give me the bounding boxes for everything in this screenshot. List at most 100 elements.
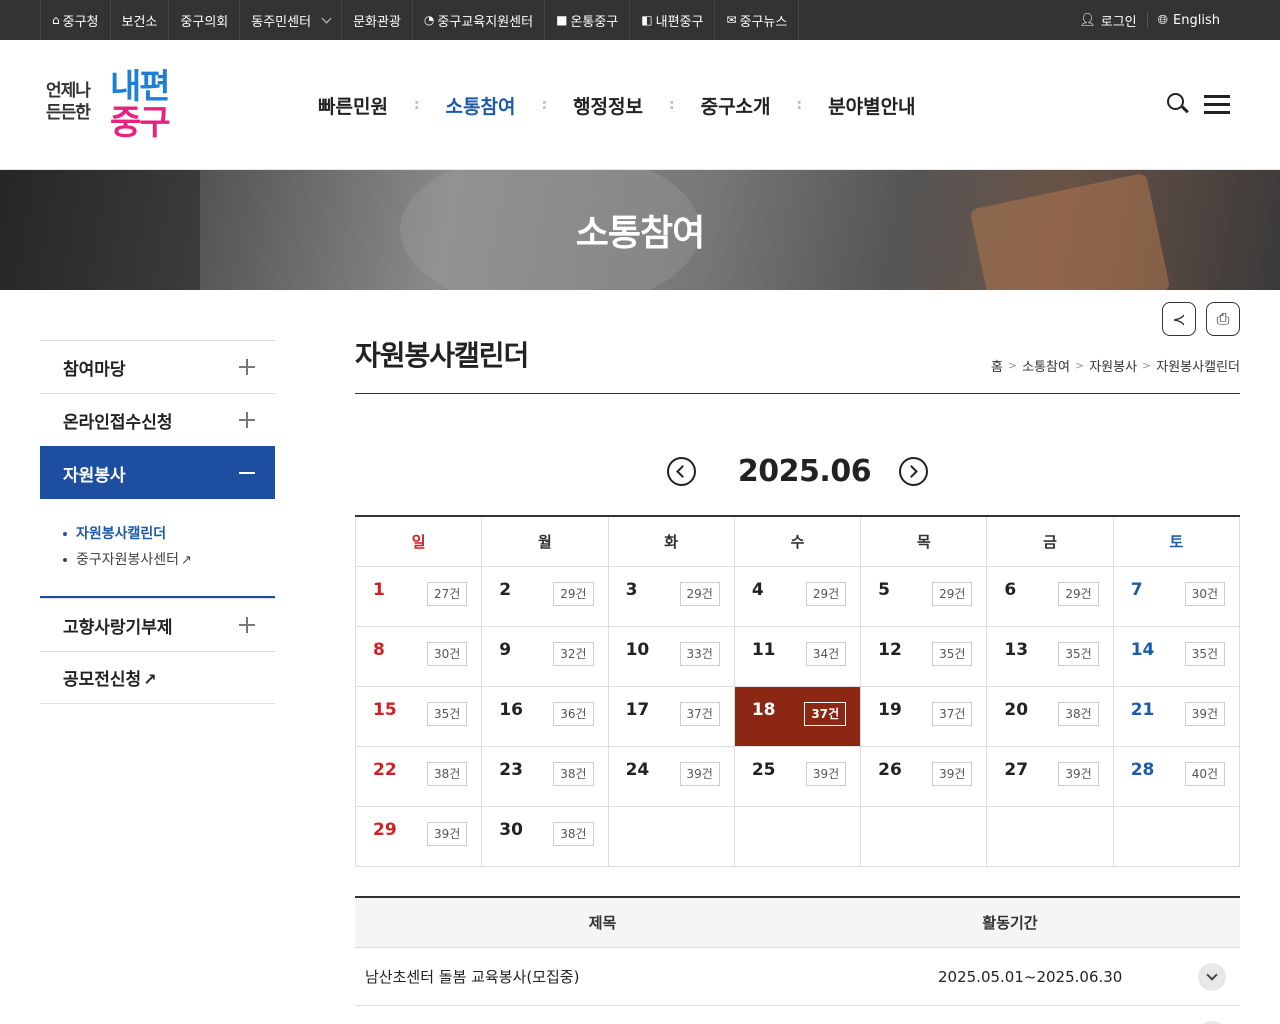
calendar-day[interactable]: 13 35건 xyxy=(986,625,1114,687)
calendar-day[interactable]: 24 39건 xyxy=(607,745,735,807)
event-count-badge[interactable]: 27건 xyxy=(426,581,468,606)
calendar-day[interactable]: 1 27건 xyxy=(354,565,483,627)
calendar-day[interactable]: 6 29건 xyxy=(986,565,1114,627)
event-count-badge[interactable]: 39건 xyxy=(932,761,973,786)
print-icon[interactable]: ⎙ xyxy=(1206,302,1240,336)
event-count-badge[interactable]: 29건 xyxy=(932,581,973,606)
event-count-badge[interactable]: 29건 xyxy=(553,581,594,606)
english-link[interactable]: 🌐︎ English xyxy=(1148,13,1230,28)
top-link[interactable]: ■ 온통중구 xyxy=(544,0,629,40)
site-logo[interactable]: 언제나 든든한 내편 중구 xyxy=(40,68,190,144)
next-month-button[interactable] xyxy=(899,456,929,486)
list-item[interactable]: [비대면 / 온라인 / 오프라인 / 재택] 그림책 번역 봉사 참여자 모집… xyxy=(355,1006,1240,1024)
calendar-day[interactable]: 7 30건 xyxy=(1112,565,1241,627)
event-count-badge[interactable]: 32건 xyxy=(553,641,594,666)
calendar-day[interactable]: 23 38건 xyxy=(481,745,609,807)
event-count-badge[interactable]: 35건 xyxy=(932,641,973,666)
calendar-day[interactable]: 3 29건 xyxy=(607,565,735,627)
event-count-badge[interactable]: 35건 xyxy=(1184,641,1225,666)
top-link[interactable]: 보건소 xyxy=(109,0,169,40)
top-link[interactable]: 문화관광 xyxy=(341,0,412,40)
breadcrumb-item[interactable]: 홈 xyxy=(991,356,1003,375)
top-link[interactable]: ⌂ 중구청 xyxy=(40,0,110,40)
list-item-title[interactable]: 남산초센터 돌봄 교육봉사(모집중) xyxy=(355,966,938,987)
event-count-badge[interactable]: 29건 xyxy=(679,581,720,606)
top-link[interactable]: ✉ 중구뉴스 xyxy=(714,0,800,40)
share-icon[interactable]: ≺ xyxy=(1162,302,1196,336)
sidebar-item-volunteer[interactable]: 자원봉사 xyxy=(40,446,275,499)
event-count-badge[interactable]: 37건 xyxy=(679,701,720,726)
login-link[interactable]: 👤︎ 로그인 xyxy=(1069,11,1146,30)
event-count-badge[interactable]: 36건 xyxy=(553,701,594,726)
event-count-badge[interactable]: 30건 xyxy=(1184,581,1225,606)
calendar-day[interactable]: 29 39건 xyxy=(354,805,483,867)
calendar-day[interactable]: 4 29건 xyxy=(733,565,862,627)
event-count-badge[interactable]: 39건 xyxy=(1184,701,1225,726)
event-count-badge[interactable]: 38건 xyxy=(426,761,468,786)
calendar-day[interactable]: 2 29건 xyxy=(481,565,609,627)
top-link[interactable]: ◔ 중구교육지원센터 xyxy=(411,0,544,40)
calendar-day[interactable]: 5 29건 xyxy=(860,565,988,627)
hamburger-menu-icon[interactable] xyxy=(1204,95,1230,115)
sidebar-item-hometown-donation[interactable]: 고향사랑기부제 xyxy=(40,598,275,651)
event-count-badge[interactable]: 39건 xyxy=(805,761,847,786)
event-count-badge[interactable]: 40건 xyxy=(1184,761,1225,786)
event-count-badge[interactable]: 38건 xyxy=(553,821,594,846)
nav-item[interactable]: 분야별안내 xyxy=(828,92,915,119)
calendar-day[interactable]: 22 38건 xyxy=(354,745,483,807)
calendar-day[interactable]: 20 38건 xyxy=(986,685,1114,747)
calendar-day[interactable]: 27 39건 xyxy=(986,745,1114,807)
event-count-badge[interactable]: 38건 xyxy=(1058,701,1099,726)
nav-item[interactable]: 행정정보 xyxy=(573,92,643,119)
calendar-day[interactable]: 11 34건 xyxy=(733,625,862,687)
calendar-day-today[interactable]: 18 37건 xyxy=(733,685,862,747)
event-count-badge[interactable]: 34건 xyxy=(805,641,847,666)
event-count-badge[interactable]: 35건 xyxy=(1058,641,1099,666)
calendar-day[interactable]: 25 39건 xyxy=(733,745,862,807)
breadcrumb-item[interactable]: 자원봉사 xyxy=(1089,356,1137,375)
calendar-day[interactable]: 15 35건 xyxy=(354,685,483,747)
sidebar-item-participation[interactable]: 참여마당 xyxy=(40,340,275,393)
chevron-down-icon[interactable] xyxy=(1198,1020,1226,1024)
event-count-badge[interactable]: 39건 xyxy=(1058,761,1099,786)
calendar-day[interactable]: 10 33건 xyxy=(607,625,735,687)
sidebar-item-contest[interactable]: 공모전신청 ↗ xyxy=(40,651,275,704)
calendar-day[interactable]: 21 39건 xyxy=(1112,685,1241,747)
calendar-day[interactable]: 30 38건 xyxy=(481,805,609,867)
breadcrumb-item[interactable]: 소통참여 xyxy=(1022,356,1070,375)
event-count-badge[interactable]: 37건 xyxy=(804,701,847,726)
list-item[interactable]: 남산초센터 돌봄 교육봉사(모집중) 2025.05.01~2025.06.30 xyxy=(355,948,1240,1006)
event-count-badge[interactable]: 39건 xyxy=(679,761,720,786)
calendar-day[interactable]: 26 39건 xyxy=(860,745,988,807)
event-count-badge[interactable]: 33건 xyxy=(679,641,720,666)
calendar-day[interactable]: 14 35건 xyxy=(1112,625,1241,687)
calendar-day[interactable]: 16 36건 xyxy=(481,685,609,747)
calendar-day[interactable]: 28 40건 xyxy=(1112,745,1241,807)
calendar-day[interactable]: 19 37건 xyxy=(860,685,988,747)
section-banner: 소통참여 xyxy=(0,170,1280,290)
prev-month-button[interactable] xyxy=(666,456,696,486)
submenu-volunteer-center[interactable]: 중구자원봉사센터 ↗ xyxy=(63,547,275,574)
event-count-badge[interactable]: 30건 xyxy=(426,641,468,666)
calendar-week: 15 35건 16 36건 17 37건 18 37건 19 37건 20 38건 21 39건 xyxy=(354,685,1241,747)
event-count-badge[interactable]: 39건 xyxy=(426,821,468,846)
event-count-badge[interactable]: 37건 xyxy=(932,701,973,726)
search-icon[interactable] xyxy=(1166,92,1190,116)
top-link[interactable]: 동주민센터 xyxy=(239,0,341,40)
event-count-badge[interactable]: 29건 xyxy=(1058,581,1099,606)
sidebar-item-online-application[interactable]: 온라인접수신청 xyxy=(40,393,275,446)
calendar-day[interactable]: 17 37건 xyxy=(607,685,735,747)
chevron-down-icon[interactable] xyxy=(1198,962,1226,991)
event-count-badge[interactable]: 29건 xyxy=(805,581,847,606)
nav-item[interactable]: 빠른민원 xyxy=(318,92,388,119)
calendar-day[interactable]: 12 35건 xyxy=(860,625,988,687)
event-count-badge[interactable]: 38건 xyxy=(553,761,594,786)
nav-item[interactable]: 중구소개 xyxy=(701,92,771,119)
event-count-badge[interactable]: 35건 xyxy=(426,701,468,726)
top-link[interactable]: ◧ 내편중구 xyxy=(629,0,714,40)
nav-item[interactable]: 소통참여 xyxy=(446,92,516,119)
calendar-day[interactable]: 8 30건 xyxy=(354,625,483,687)
top-link[interactable]: 중구의회 xyxy=(168,0,239,40)
submenu-volunteer-calendar[interactable]: 자원봉사캘린더 xyxy=(63,521,275,547)
calendar-day[interactable]: 9 32건 xyxy=(481,625,609,687)
